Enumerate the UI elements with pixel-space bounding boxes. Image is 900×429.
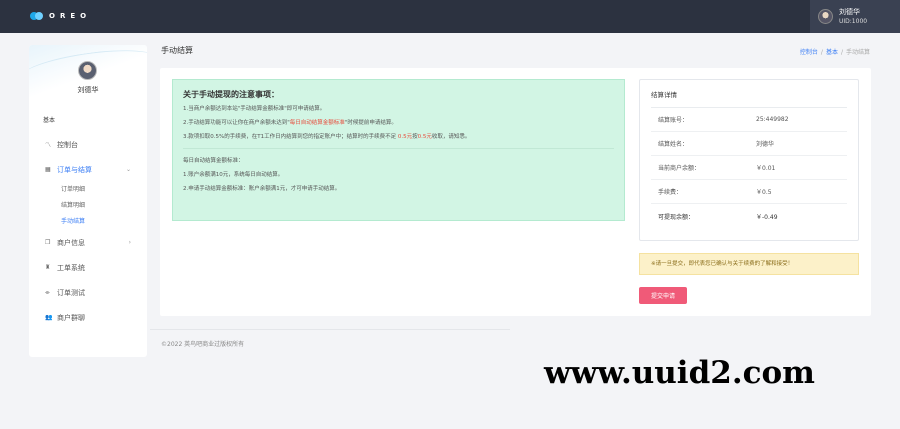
row-label: 结算姓名： (658, 141, 689, 148)
sidebar-profile: 刘德华 (29, 45, 147, 99)
row-value: 刘德华 (756, 141, 775, 148)
notice-line-2: 2.手动结算功能可以让你在商户余额未达到"每日自动结算金额标准"时候提前申请结算… (183, 120, 397, 126)
table-row: 结算姓名： 刘德华 (651, 132, 847, 156)
sidebar-item-merchant-info[interactable]: ❐ 商户信息 › (29, 230, 147, 255)
sidebar-item-label: 订单测试 (57, 288, 85, 297)
user-menu[interactable]: 刘德华 UID:1000 (810, 0, 900, 33)
page-title: 手动结算 (161, 46, 193, 55)
dashboard-icon: 〽 (45, 142, 52, 149)
submit-button[interactable]: 提交申请 (639, 287, 687, 304)
sidebar-item-label: 商户信息 (57, 238, 85, 247)
sidebar-item-label: 工单系统 (57, 263, 85, 272)
row-label: 手续费： (658, 189, 683, 196)
watermark: www.uuid2.com (544, 355, 815, 391)
sidebar-item-order-test[interactable]: ⌯ 订单测试 (29, 280, 147, 305)
notice-divider (183, 148, 614, 149)
sidebar-item-label: 订单与结算 (57, 165, 92, 174)
details-table: 结算账号： 25:449982 结算姓名： 刘德华 当前商户余额： ￥0.01 … (651, 107, 847, 228)
settlement-details-panel: 结算详情 结算账号： 25:449982 结算姓名： 刘德华 当前商户余额： ￥… (639, 79, 859, 241)
group-icon: 👥 (45, 314, 53, 321)
user-uid: UID:1000 (839, 17, 868, 25)
notice-title: 关于手动提现的注意事项： (183, 90, 279, 99)
row-label: 可提现余额： (658, 213, 695, 221)
sidebar-subitem-settlement-details[interactable]: 结算明细 (29, 198, 147, 214)
main-card: 关于手动提现的注意事项： 1.当商户余额达到本站"手动结算金额标准"即可申请结算… (160, 68, 871, 316)
footer-copyright: ©2022 英鸟吧商业过版权所有 (161, 341, 245, 348)
footer-divider (150, 329, 510, 330)
row-value: ￥0.01 (756, 165, 776, 172)
grid-icon: ▦ (45, 166, 51, 173)
notice-panel: 关于手动提现的注意事项： 1.当商户余额达到本站"手动结算金额标准"即可申请结算… (172, 79, 625, 221)
row-label: 结算账号： (658, 117, 689, 124)
standard-line-1: 1.账户余额满10元，系统每日自动结算。 (183, 172, 284, 178)
details-title: 结算详情 (651, 91, 677, 99)
top-bar: OREO 刘德华 UID:1000 (0, 0, 900, 33)
sidebar: 刘德华 基本 〽 控制台 ▦ 订单与结算 ⌄ 订单明细 结算明细 手动结算 ❐ … (29, 45, 147, 357)
row-value: ￥-0.49 (756, 213, 778, 221)
logo-text: OREO (49, 12, 92, 20)
row-label: 当前商户余额： (658, 165, 701, 172)
sidebar-section-label: 基本 (43, 117, 56, 124)
table-row: 结算账号： 25:449982 (651, 108, 847, 132)
test-icon: ⌯ (45, 288, 50, 296)
warning-alert: ※请一旦提交，即代表您已确认与关于续费的了解和接受！ (639, 253, 859, 275)
sidebar-item-label: 商户群聊 (57, 313, 85, 322)
breadcrumb-current: 手动结算 (845, 49, 870, 56)
breadcrumb-dashboard[interactable]: 控制台 (800, 49, 818, 56)
chevron-right-icon: › (128, 239, 131, 246)
table-row: 当前商户余额： ￥0.01 (651, 156, 847, 180)
sidebar-item-label: 控制台 (57, 140, 78, 149)
document-icon: ❐ (45, 239, 51, 246)
table-row: 可提现余额： ￥-0.49 (651, 204, 847, 228)
chevron-down-icon: ⌄ (125, 166, 131, 173)
sidebar-user-name: 刘德华 (77, 86, 99, 94)
avatar (818, 9, 833, 24)
sidebar-item-orders[interactable]: ▦ 订单与结算 ⌄ (29, 157, 147, 182)
logo-icon (30, 12, 43, 20)
notice-line-1: 1.当商户余额达到本站"手动结算金额标准"即可申请结算。 (183, 106, 326, 112)
notice-line-3: 3.款项扣取0.5%的手续费，在T1工作日内结算到您的指定账户中；结算时的手续费… (183, 134, 471, 140)
sidebar-item-tickets[interactable]: ♜ 工单系统 (29, 255, 147, 280)
sidebar-item-merchant-chat[interactable]: 👥 商户群聊 (29, 305, 147, 330)
sidebar-avatar[interactable] (78, 61, 97, 80)
breadcrumb-basic[interactable]: 基本 (826, 49, 838, 56)
logo[interactable]: OREO (30, 12, 91, 20)
standard-line-2: 2.申请手动结算金额标准：账户余额满1元，才可申请手动结算。 (183, 186, 341, 192)
standard-title: 每日自动结算金额标准： (183, 158, 244, 164)
sidebar-item-dashboard[interactable]: 〽 控制台 (29, 132, 147, 157)
user-name: 刘德华 (839, 7, 860, 16)
sidebar-subitem-manual-settlement[interactable]: 手动结算 (29, 214, 147, 230)
sidebar-subitem-order-details[interactable]: 订单明细 (29, 182, 147, 198)
ticket-icon: ♜ (45, 264, 51, 271)
table-row: 手续费： ￥0.5 (651, 180, 847, 204)
row-value: 25:449982 (756, 116, 789, 123)
row-value: ￥0.5 (756, 189, 772, 196)
breadcrumb: 控制台 / 基本 / 手动结算 (799, 49, 870, 56)
